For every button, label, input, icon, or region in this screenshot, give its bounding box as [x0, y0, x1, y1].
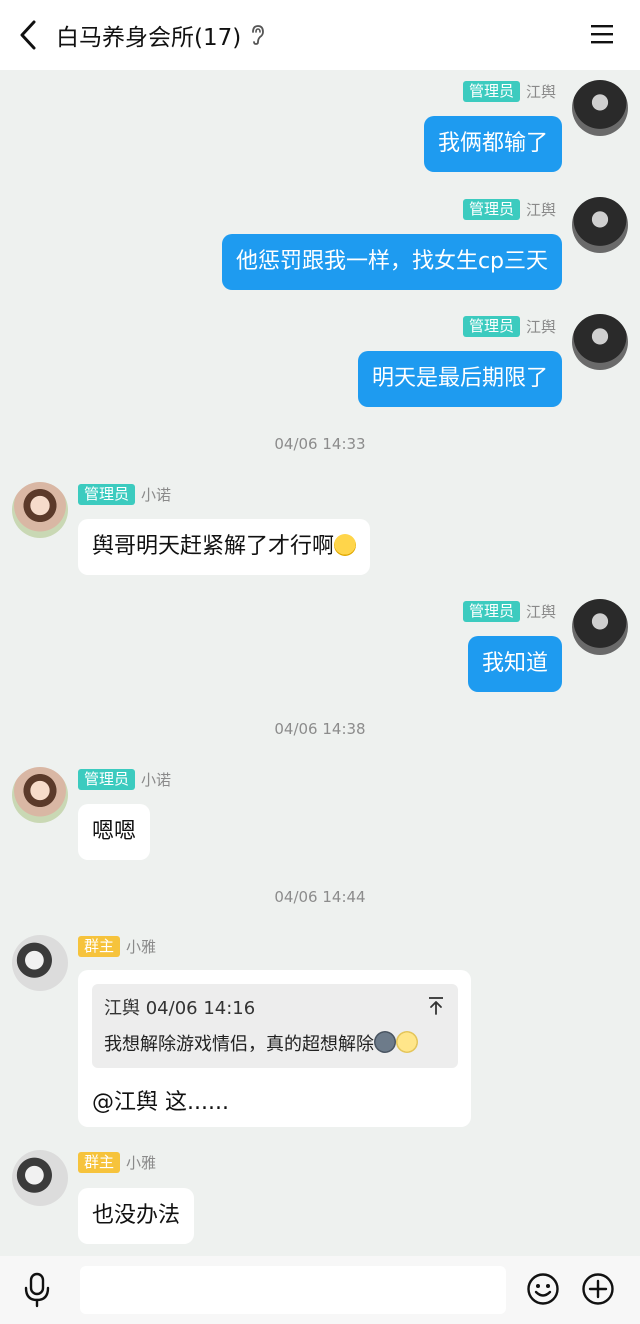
quoted-message[interactable]: 江舆 04/06 14:16 我想解除游戏情侣，真的超想解除: [92, 984, 458, 1068]
message-bubble[interactable]: 也没办法: [78, 1188, 195, 1244]
message-bubble[interactable]: 我知道: [467, 636, 562, 692]
message-bubble[interactable]: 他惩罚跟我一样，找女生cp三天: [221, 234, 562, 290]
avatar[interactable]: [12, 482, 68, 538]
plus-icon[interactable]: [581, 1272, 615, 1306]
message-text: @江舆 这......: [92, 1090, 229, 1115]
quoted-author-time: 江舆 04/06 14:16: [104, 998, 256, 1019]
sender-meta: 管理员 江舆: [462, 315, 556, 337]
sender-meta: 管理员 小诺: [78, 483, 171, 505]
sender-name[interactable]: 小雅: [126, 1152, 156, 1173]
sender-name[interactable]: 小雅: [126, 936, 156, 957]
sender-name[interactable]: 江舆: [526, 601, 556, 622]
sender-meta: 管理员 小诺: [78, 768, 171, 790]
message-bubble[interactable]: 舆哥明天赶紧解了才行啊: [78, 519, 371, 575]
avatar[interactable]: [12, 767, 68, 823]
sender-name[interactable]: 小诺: [141, 769, 171, 790]
owner-badge: 群主: [78, 1151, 121, 1173]
avatar[interactable]: [572, 314, 628, 370]
owner-badge: 群主: [78, 935, 121, 957]
yawn-emoji-icon: [334, 534, 357, 556]
sender-name[interactable]: 江舆: [526, 81, 556, 102]
admin-badge: 管理员: [462, 600, 520, 622]
admin-badge: 管理员: [78, 483, 136, 505]
admin-badge: 管理员: [78, 768, 136, 790]
sender-meta: 管理员 江舆: [462, 198, 556, 220]
mic-icon[interactable]: [22, 1272, 52, 1308]
back-arrow-icon[interactable]: [14, 18, 44, 52]
avatar[interactable]: [572, 599, 628, 655]
new-moon-emoji-icon: [374, 1031, 396, 1053]
chat-header: 白马养身会所(17): [0, 0, 640, 70]
quote-message-bubble[interactable]: 江舆 04/06 14:16 我想解除游戏情侣，真的超想解除 @江舆 这....…: [78, 970, 471, 1127]
admin-badge: 管理员: [462, 80, 520, 102]
message-text: 舆哥明天赶紧解了才行啊: [92, 534, 335, 559]
menu-icon[interactable]: [590, 22, 614, 46]
quote-jump-icon[interactable]: [428, 996, 444, 1016]
ear-icon: [252, 25, 265, 45]
avatar[interactable]: [12, 1150, 68, 1206]
avatar[interactable]: [572, 80, 628, 136]
avatar[interactable]: [12, 935, 68, 991]
message-input[interactable]: [80, 1266, 506, 1314]
timestamp: 04/06 14:38: [274, 720, 366, 738]
timestamp: 04/06 14:33: [274, 435, 366, 453]
message-bubble[interactable]: 我俩都输了: [423, 116, 562, 172]
sender-meta: 管理员 江舆: [462, 80, 556, 102]
admin-badge: 管理员: [462, 315, 520, 337]
quoted-text-line: 我想解除游戏情侣，真的超想解除: [104, 1030, 418, 1056]
message-bubble[interactable]: 明天是最后期限了: [357, 351, 562, 407]
sender-name[interactable]: 江舆: [526, 199, 556, 220]
chat-title: 白马养身会所(17): [56, 25, 242, 51]
quoted-text: 我想解除游戏情侣，真的超想解除: [104, 1034, 374, 1055]
sender-meta: 管理员 江舆: [462, 600, 556, 622]
emoji-icon[interactable]: [526, 1272, 560, 1306]
avatar[interactable]: [572, 197, 628, 253]
input-bar: [0, 1256, 640, 1324]
title-area[interactable]: 白马养身会所(17): [56, 18, 265, 52]
full-moon-emoji-icon: [396, 1031, 418, 1053]
message-bubble[interactable]: 嗯嗯: [78, 804, 151, 860]
sender-name[interactable]: 江舆: [526, 316, 556, 337]
sender-name[interactable]: 小诺: [141, 484, 171, 505]
sender-meta: 群主 小雅: [78, 935, 156, 957]
sender-meta: 群主 小雅: [78, 1151, 156, 1173]
timestamp: 04/06 14:44: [274, 888, 366, 906]
admin-badge: 管理员: [462, 198, 520, 220]
